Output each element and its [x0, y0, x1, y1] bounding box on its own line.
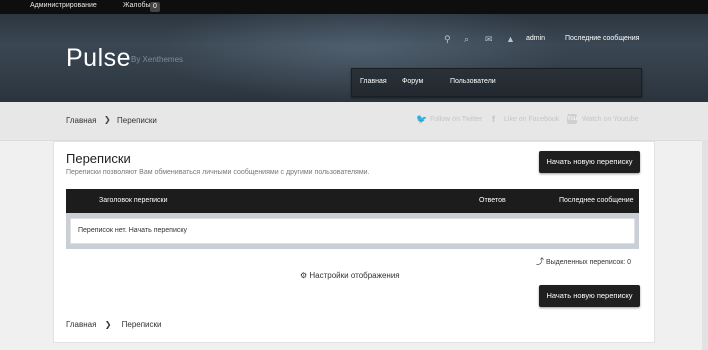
table-header: Заголовок переписки Ответов Последнее со…	[66, 189, 639, 213]
site-logo[interactable]: Pulse	[66, 44, 131, 73]
new-conversation-button-bottom[interactable]: Начать новую переписку	[539, 285, 640, 307]
reports-count-badge: 0	[150, 2, 160, 12]
facebook-link[interactable]: Like on Facebook	[504, 116, 559, 123]
twitter-link[interactable]: Follow on Twitter	[430, 116, 482, 123]
recent-conversations-link[interactable]: Последние сообщения	[565, 35, 639, 42]
chevron-right-icon: ❯	[104, 320, 112, 329]
column-last-message-header[interactable]: Последнее сообщение	[559, 197, 634, 204]
location-icon[interactable]: ⚲	[444, 34, 451, 45]
column-title-header[interactable]: Заголовок переписки	[99, 197, 168, 204]
column-replies-header[interactable]: Ответов	[479, 197, 506, 204]
youtube-icon[interactable]: You	[567, 114, 577, 124]
breadcrumb-bottom: Главная ❯ Переписки	[66, 320, 162, 329]
nav-item-members[interactable]: Пользователи	[450, 78, 496, 85]
facebook-icon[interactable]: f	[492, 114, 495, 124]
youtube-link[interactable]: Watch on Youtube	[582, 116, 639, 123]
chevron-right-icon: ❯	[104, 115, 111, 124]
breadcrumb-bar: Главная ❯ Переписки 🐦 Follow on Twitter …	[0, 102, 708, 141]
selected-count-label: Выделенных переписок: 0	[545, 259, 632, 266]
content-panel: Переписки Переписки позволяют Вам обмени…	[53, 141, 655, 343]
site-byline: By Xenthemes	[131, 55, 184, 64]
twitter-icon[interactable]: 🐦	[416, 114, 427, 125]
scroll-edge	[702, 140, 708, 350]
arrow-up-icon: ⤴	[536, 257, 544, 266]
alerts-icon[interactable]: ▲	[506, 34, 515, 44]
admin-link[interactable]: Администрирование	[30, 2, 97, 9]
empty-message[interactable]: Переписок нет. Начать переписку	[78, 227, 187, 234]
table-body: Переписок нет. Начать переписку	[66, 213, 639, 249]
username-link[interactable]: admin	[526, 35, 545, 42]
page-title: Переписки	[66, 151, 131, 166]
nav-item-forum[interactable]: Форум	[402, 78, 423, 85]
mail-icon[interactable]: ✉	[485, 34, 493, 45]
empty-row: Переписок нет. Начать переписку	[70, 218, 635, 244]
breadcrumb-bottom-current[interactable]: Переписки	[122, 320, 162, 329]
admin-bar: Администрирование Жалобы: 0	[0, 0, 708, 14]
breadcrumb-home[interactable]: Главная	[66, 116, 96, 125]
new-conversation-button[interactable]: Начать новую переписку	[539, 151, 640, 173]
reports-link[interactable]: Жалобы:	[123, 2, 152, 9]
main-nav: Главная Форум Пользователи	[351, 68, 642, 97]
site-header: Pulse By Xenthemes ⚲ ⌕ ✉ ▲ admin Последн…	[0, 14, 708, 102]
breadcrumb-bottom-home[interactable]: Главная	[66, 320, 96, 329]
selected-conversations[interactable]: ⤴ Выделенных переписок: 0	[536, 256, 631, 267]
nav-item-home[interactable]: Главная	[360, 78, 387, 85]
display-settings-link[interactable]: ⚙ Настройки отображения	[300, 271, 400, 280]
search-icon[interactable]: ⌕	[464, 34, 469, 45]
page-description: Переписки позволяют Вам обмениваться лич…	[66, 169, 370, 176]
breadcrumb-current[interactable]: Переписки	[117, 116, 157, 125]
